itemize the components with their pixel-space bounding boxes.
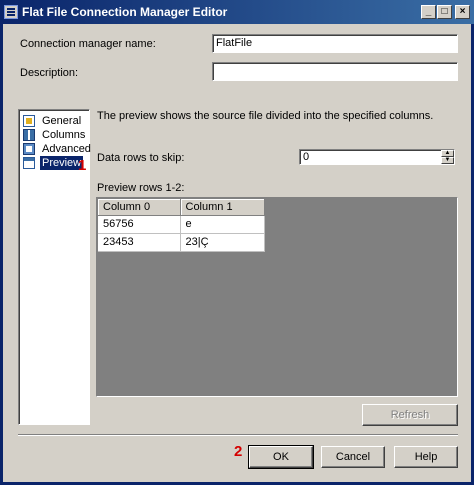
preview-rows-label: Preview rows 1-2: bbox=[97, 182, 185, 194]
skip-rows-stepper[interactable]: 0 ▲ ▼ bbox=[299, 149, 455, 165]
table-cell[interactable]: e bbox=[180, 215, 265, 234]
table-cell[interactable]: 23453 bbox=[98, 233, 181, 252]
connection-name-label: Connection manager name: bbox=[20, 38, 156, 50]
footer-divider bbox=[18, 434, 458, 436]
column-header[interactable]: Column 1 bbox=[180, 199, 265, 216]
annotation-marker-2: 2 bbox=[234, 443, 243, 460]
table-row: 56756 e bbox=[98, 215, 265, 234]
preview-icon bbox=[23, 157, 35, 169]
preview-grid[interactable]: Column 0 Column 1 56756 e 23453 23|Ç bbox=[96, 197, 458, 397]
spin-up-icon[interactable]: ▲ bbox=[441, 150, 454, 157]
dialog-window: Flat File Connection Manager Editor _ □ … bbox=[0, 0, 474, 485]
refresh-button[interactable]: Refresh bbox=[362, 404, 458, 426]
sidebar-item-label: Columns bbox=[42, 129, 86, 141]
sidebar-item-label: Preview bbox=[40, 156, 84, 170]
column-header[interactable]: Column 0 bbox=[98, 199, 181, 216]
close-button[interactable]: × bbox=[455, 5, 470, 19]
advanced-icon bbox=[23, 143, 35, 155]
maximize-button[interactable]: □ bbox=[437, 5, 452, 19]
preview-description: The preview shows the source file divide… bbox=[97, 110, 434, 122]
help-button[interactable]: Help bbox=[394, 446, 458, 468]
table-cell[interactable]: 56756 bbox=[98, 215, 181, 234]
window-title: Flat File Connection Manager Editor bbox=[22, 5, 228, 19]
general-icon bbox=[23, 115, 35, 127]
sidebar-item-label: Advanced bbox=[42, 143, 91, 155]
connection-name-field[interactable]: FlatFile bbox=[212, 34, 458, 53]
dialog-body: Connection manager name: FlatFile Descri… bbox=[3, 24, 471, 482]
skip-rows-field[interactable]: 0 bbox=[299, 149, 455, 165]
spin-down-icon[interactable]: ▼ bbox=[441, 157, 454, 164]
annotation-marker-1: 1 bbox=[78, 157, 87, 174]
preview-table: Column 0 Column 1 56756 e 23453 23|Ç bbox=[98, 199, 265, 252]
columns-icon bbox=[23, 129, 35, 141]
table-row: 23453 23|Ç bbox=[98, 233, 265, 252]
sidebar-item-label: General bbox=[42, 115, 82, 127]
window-app-icon bbox=[4, 5, 18, 19]
description-field[interactable] bbox=[212, 62, 458, 81]
title-bar[interactable]: Flat File Connection Manager Editor _ □ … bbox=[0, 0, 474, 24]
description-label: Description: bbox=[20, 67, 79, 79]
skip-rows-label: Data rows to skip: bbox=[97, 152, 185, 164]
ok-button[interactable]: OK bbox=[248, 445, 314, 469]
minimize-button[interactable]: _ bbox=[421, 5, 436, 19]
cancel-button[interactable]: Cancel bbox=[321, 446, 385, 468]
table-cell[interactable]: 23|Ç bbox=[180, 233, 265, 252]
header-row: Column 0 Column 1 bbox=[98, 199, 265, 216]
